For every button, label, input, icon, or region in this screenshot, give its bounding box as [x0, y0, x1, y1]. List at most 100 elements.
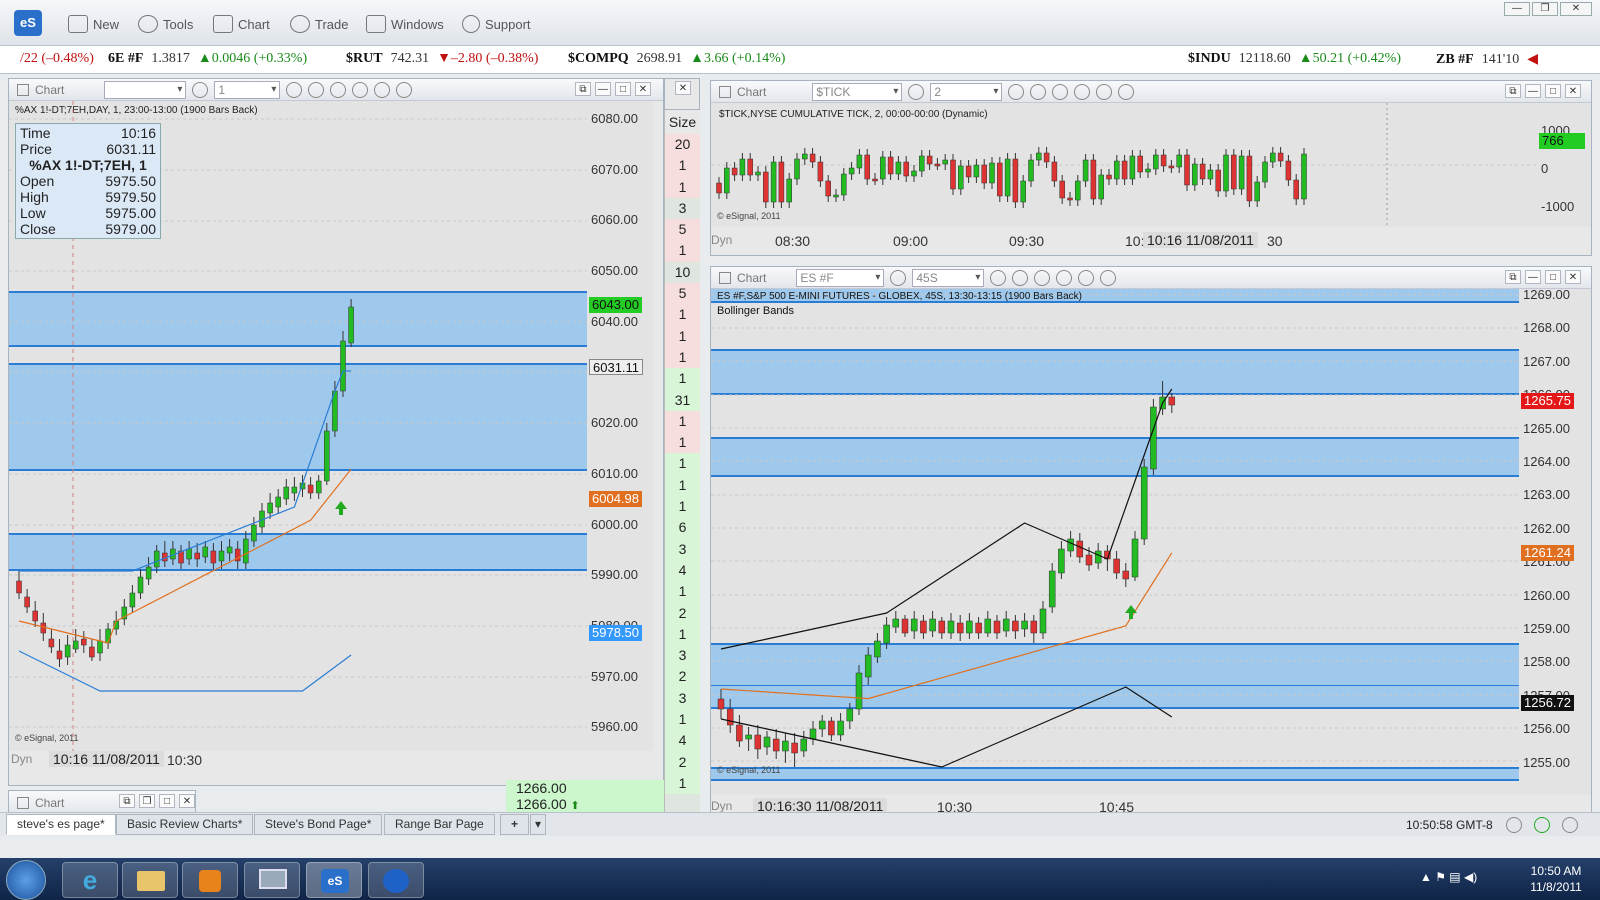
ladder-size-cell[interactable]: 3 [665, 197, 700, 220]
ladder-size-cell[interactable]: 31 [665, 389, 700, 411]
settings-icon[interactable] [192, 81, 209, 98]
new-button[interactable]: New [68, 13, 119, 35]
chart-button[interactable]: Chart [213, 13, 270, 35]
time-axis[interactable]: Dyn 10:16 11/08/2011 10:30 [9, 751, 663, 771]
ticker-item[interactable]: $COMPQ 2698.91 ▲3.66 (+0.14%) [568, 51, 785, 67]
link-icon[interactable] [396, 81, 413, 98]
ladder-size-cell[interactable]: 1 [665, 325, 700, 347]
tick-axis[interactable]: 1000 0 -1000 766 [1537, 103, 1591, 227]
study-icon[interactable] [330, 81, 347, 98]
tab-range-bar-page[interactable]: Range Bar Page [384, 814, 495, 835]
layout-button[interactable]: ⧉ [1505, 270, 1521, 284]
ladder-size-cell[interactable]: 2 [665, 751, 700, 773]
alert-icon[interactable] [1096, 83, 1113, 100]
clock-icon[interactable] [1506, 817, 1522, 833]
ladder-size-cell[interactable]: 1 [665, 410, 700, 433]
ladder-size-cell[interactable]: 1 [665, 772, 700, 795]
chart-titlebar[interactable]: Chart 1 ⧉ — □ ✕ [9, 79, 663, 101]
clock-icon[interactable] [286, 81, 303, 98]
ladder-size-cell[interactable]: 20 [665, 134, 700, 156]
tab-menu-button[interactable]: ▾ [530, 814, 547, 835]
system-clock[interactable]: 10:50 AM 11/8/2011 [1516, 863, 1596, 895]
ladder-size-cell[interactable]: 1 [665, 623, 700, 646]
dynamic-toggle[interactable]: Dyn [711, 233, 732, 247]
restore-button[interactable]: ❐ [139, 794, 155, 808]
minimize-button[interactable]: — [1504, 2, 1530, 16]
maximize-button[interactable]: □ [615, 82, 631, 96]
alert-icon[interactable] [374, 81, 391, 98]
play-icon[interactable] [1074, 83, 1091, 100]
ticker-item[interactable]: /22 (–0.48%) [4, 51, 94, 67]
ladder-size-cell[interactable]: 5 [665, 283, 700, 305]
minimize-button[interactable]: — [1525, 84, 1541, 98]
ticker-item[interactable]: ZB #F 141'10 ◀ [1436, 51, 1538, 68]
ticker-item[interactable]: 6E #F 1.3817 ▲0.0046 (+0.33%) [108, 51, 307, 67]
clock-icon[interactable] [990, 269, 1007, 286]
refresh-icon[interactable] [1534, 817, 1550, 833]
es-plot[interactable]: ES #F,S&P 500 E-MINI FUTURES - GLOBEX, 4… [711, 289, 1519, 795]
clock-icon[interactable] [1008, 83, 1025, 100]
trade-button[interactable]: Trade [290, 13, 348, 35]
tab-basic-review-charts[interactable]: Basic Review Charts* [116, 814, 254, 835]
interval-select[interactable]: 45S [912, 268, 985, 287]
tab-steves-bond-page[interactable]: Steve's Bond Page* [254, 814, 383, 835]
ladder-size-cell[interactable]: 1 [665, 453, 700, 475]
support-button[interactable]: Support [462, 13, 531, 35]
price-plot[interactable]: %AX 1!-DT;7EH,DAY, 1, 23:00-13:00 (1900 … [9, 101, 599, 751]
remote-desktop-icon[interactable] [244, 862, 300, 898]
start-button[interactable] [6, 860, 46, 900]
ladder-size-cell[interactable]: 4 [665, 559, 700, 582]
settings-icon[interactable] [890, 269, 907, 286]
chart-titlebar[interactable]: Chart ES #F 45S ⧉ — □ ✕ [711, 267, 1591, 289]
ladder-size-cell[interactable]: 1 [665, 581, 700, 603]
ladder-size-cell[interactable]: 5 [665, 219, 700, 241]
ladder-size-cell[interactable]: 1 [665, 176, 700, 198]
ladder-size-cell[interactable]: 1 [665, 368, 700, 390]
ladder-size-cell[interactable]: 1 [665, 346, 700, 369]
ladder-size-cell[interactable]: 3 [665, 687, 700, 710]
ladder-size-cell[interactable]: 1 [665, 304, 700, 326]
interval-select[interactable]: 1 [214, 80, 281, 99]
study-icon[interactable] [1034, 269, 1051, 286]
maximize-button[interactable]: □ [159, 794, 175, 808]
ladder-size-cell[interactable]: 1 [665, 474, 700, 497]
settings-icon[interactable] [908, 83, 925, 100]
windows-button[interactable]: Windows [366, 13, 444, 35]
ticker-item[interactable]: $INDU 12118.60 ▲50.21 (+0.42%) [1188, 51, 1401, 67]
alert-icon[interactable] [1078, 269, 1095, 286]
link-icon[interactable] [1118, 83, 1135, 100]
media-player-icon[interactable] [182, 862, 238, 898]
tools-button[interactable]: Tools [138, 13, 193, 35]
layout-button[interactable]: ⧉ [119, 794, 135, 808]
minimize-button[interactable]: — [595, 82, 611, 96]
ladder-size-cell[interactable]: 10 [665, 261, 700, 284]
chart-titlebar[interactable]: Chart $TICK 2 ⧉ — □ ✕ [711, 81, 1591, 103]
link-icon[interactable] [1100, 269, 1117, 286]
ladder-size-cell[interactable]: 1 [665, 496, 700, 518]
esignal-task-icon[interactable]: eS [306, 862, 362, 898]
close-button[interactable]: ✕ [1560, 2, 1592, 16]
ladder-size-cell[interactable]: 3 [665, 645, 700, 667]
layout-button[interactable]: ⧉ [1505, 84, 1521, 98]
time-axis[interactable]: Dyn 08:30 09:00 09:30 10: 10:16 11/08/20… [711, 229, 1591, 253]
chart-app-icon[interactable] [368, 862, 424, 898]
price-axis[interactable]: 5960.005970.005980.005990.006000.006010.… [587, 101, 653, 751]
ladder-size-cell[interactable]: 1 [665, 240, 700, 262]
ladder-size-cell[interactable]: 2 [665, 602, 700, 624]
ticker-item[interactable]: $RUT 742.31 ▼–2.80 (–0.38%) [346, 51, 538, 67]
ladder-size-cell[interactable]: 1 [665, 432, 700, 454]
es-price-axis[interactable]: 1255.001256.001257.001258.001259.001260.… [1519, 287, 1591, 795]
pencil-icon[interactable] [1030, 83, 1047, 100]
play-icon[interactable] [352, 81, 369, 98]
maximize-button[interactable]: □ [1545, 270, 1561, 284]
close-button[interactable]: ✕ [1565, 84, 1581, 98]
ladder-size-cell[interactable]: 6 [665, 517, 700, 539]
ladder-size-cell[interactable]: 1 [665, 709, 700, 731]
internet-explorer-icon[interactable]: e [62, 862, 118, 898]
dynamic-toggle[interactable]: Dyn [711, 799, 732, 813]
dynamic-toggle[interactable]: Dyn [11, 752, 32, 766]
maximize-button[interactable]: □ [1545, 84, 1561, 98]
tab-steves-es-page[interactable]: steve's es page* [6, 814, 116, 835]
symbol-select[interactable]: $TICK [812, 82, 903, 101]
ladder-size-cell[interactable]: 4 [665, 730, 700, 752]
